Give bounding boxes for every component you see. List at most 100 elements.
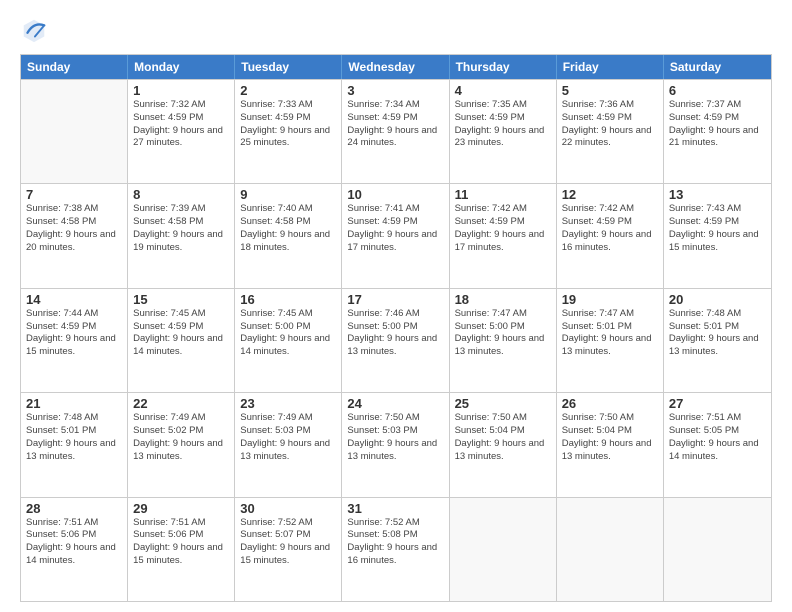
day-info: Sunrise: 7:51 AMSunset: 5:06 PMDaylight:… — [26, 517, 122, 568]
cal-cell: 5Sunrise: 7:36 AMSunset: 4:59 PMDaylight… — [557, 80, 664, 183]
day-number: 16 — [240, 292, 336, 307]
day-info: Sunrise: 7:47 AMSunset: 5:01 PMDaylight:… — [562, 308, 658, 359]
cal-cell — [664, 498, 771, 601]
day-number: 11 — [455, 187, 551, 202]
cal-cell: 22Sunrise: 7:49 AMSunset: 5:02 PMDayligh… — [128, 393, 235, 496]
weekday-header-wednesday: Wednesday — [342, 55, 449, 79]
day-number: 5 — [562, 83, 658, 98]
day-number: 4 — [455, 83, 551, 98]
cal-cell: 2Sunrise: 7:33 AMSunset: 4:59 PMDaylight… — [235, 80, 342, 183]
cal-cell: 7Sunrise: 7:38 AMSunset: 4:58 PMDaylight… — [21, 184, 128, 287]
day-info: Sunrise: 7:34 AMSunset: 4:59 PMDaylight:… — [347, 99, 443, 150]
day-info: Sunrise: 7:41 AMSunset: 4:59 PMDaylight:… — [347, 203, 443, 254]
week-row-3: 21Sunrise: 7:48 AMSunset: 5:01 PMDayligh… — [21, 392, 771, 496]
day-number: 22 — [133, 396, 229, 411]
cal-cell: 31Sunrise: 7:52 AMSunset: 5:08 PMDayligh… — [342, 498, 449, 601]
day-number: 26 — [562, 396, 658, 411]
week-row-1: 7Sunrise: 7:38 AMSunset: 4:58 PMDaylight… — [21, 183, 771, 287]
calendar-body: 1Sunrise: 7:32 AMSunset: 4:59 PMDaylight… — [21, 79, 771, 601]
cal-cell: 14Sunrise: 7:44 AMSunset: 4:59 PMDayligh… — [21, 289, 128, 392]
cal-cell — [21, 80, 128, 183]
day-info: Sunrise: 7:45 AMSunset: 5:00 PMDaylight:… — [240, 308, 336, 359]
day-info: Sunrise: 7:32 AMSunset: 4:59 PMDaylight:… — [133, 99, 229, 150]
page: SundayMondayTuesdayWednesdayThursdayFrid… — [0, 0, 792, 612]
header — [20, 16, 772, 44]
day-info: Sunrise: 7:45 AMSunset: 4:59 PMDaylight:… — [133, 308, 229, 359]
day-number: 3 — [347, 83, 443, 98]
weekday-header-tuesday: Tuesday — [235, 55, 342, 79]
day-number: 1 — [133, 83, 229, 98]
day-number: 6 — [669, 83, 766, 98]
cal-cell: 3Sunrise: 7:34 AMSunset: 4:59 PMDaylight… — [342, 80, 449, 183]
cal-cell: 8Sunrise: 7:39 AMSunset: 4:58 PMDaylight… — [128, 184, 235, 287]
day-number: 24 — [347, 396, 443, 411]
day-info: Sunrise: 7:48 AMSunset: 5:01 PMDaylight:… — [669, 308, 766, 359]
cal-cell: 30Sunrise: 7:52 AMSunset: 5:07 PMDayligh… — [235, 498, 342, 601]
cal-cell — [450, 498, 557, 601]
day-info: Sunrise: 7:43 AMSunset: 4:59 PMDaylight:… — [669, 203, 766, 254]
cal-cell: 28Sunrise: 7:51 AMSunset: 5:06 PMDayligh… — [21, 498, 128, 601]
day-info: Sunrise: 7:47 AMSunset: 5:00 PMDaylight:… — [455, 308, 551, 359]
day-number: 9 — [240, 187, 336, 202]
day-number: 28 — [26, 501, 122, 516]
cal-cell: 10Sunrise: 7:41 AMSunset: 4:59 PMDayligh… — [342, 184, 449, 287]
logo — [20, 16, 52, 44]
week-row-0: 1Sunrise: 7:32 AMSunset: 4:59 PMDaylight… — [21, 79, 771, 183]
day-info: Sunrise: 7:38 AMSunset: 4:58 PMDaylight:… — [26, 203, 122, 254]
day-info: Sunrise: 7:52 AMSunset: 5:07 PMDaylight:… — [240, 517, 336, 568]
day-number: 30 — [240, 501, 336, 516]
day-info: Sunrise: 7:50 AMSunset: 5:04 PMDaylight:… — [455, 412, 551, 463]
week-row-2: 14Sunrise: 7:44 AMSunset: 4:59 PMDayligh… — [21, 288, 771, 392]
day-number: 31 — [347, 501, 443, 516]
calendar-header: SundayMondayTuesdayWednesdayThursdayFrid… — [21, 55, 771, 79]
cal-cell: 26Sunrise: 7:50 AMSunset: 5:04 PMDayligh… — [557, 393, 664, 496]
day-info: Sunrise: 7:51 AMSunset: 5:05 PMDaylight:… — [669, 412, 766, 463]
cal-cell: 11Sunrise: 7:42 AMSunset: 4:59 PMDayligh… — [450, 184, 557, 287]
cal-cell: 6Sunrise: 7:37 AMSunset: 4:59 PMDaylight… — [664, 80, 771, 183]
day-info: Sunrise: 7:37 AMSunset: 4:59 PMDaylight:… — [669, 99, 766, 150]
day-number: 17 — [347, 292, 443, 307]
cal-cell: 4Sunrise: 7:35 AMSunset: 4:59 PMDaylight… — [450, 80, 557, 183]
day-info: Sunrise: 7:48 AMSunset: 5:01 PMDaylight:… — [26, 412, 122, 463]
day-info: Sunrise: 7:52 AMSunset: 5:08 PMDaylight:… — [347, 517, 443, 568]
weekday-header-sunday: Sunday — [21, 55, 128, 79]
cal-cell: 25Sunrise: 7:50 AMSunset: 5:04 PMDayligh… — [450, 393, 557, 496]
cal-cell: 18Sunrise: 7:47 AMSunset: 5:00 PMDayligh… — [450, 289, 557, 392]
day-number: 8 — [133, 187, 229, 202]
day-info: Sunrise: 7:49 AMSunset: 5:03 PMDaylight:… — [240, 412, 336, 463]
cal-cell — [557, 498, 664, 601]
cal-cell: 13Sunrise: 7:43 AMSunset: 4:59 PMDayligh… — [664, 184, 771, 287]
day-number: 23 — [240, 396, 336, 411]
day-number: 12 — [562, 187, 658, 202]
cal-cell: 12Sunrise: 7:42 AMSunset: 4:59 PMDayligh… — [557, 184, 664, 287]
weekday-header-thursday: Thursday — [450, 55, 557, 79]
cal-cell: 19Sunrise: 7:47 AMSunset: 5:01 PMDayligh… — [557, 289, 664, 392]
day-number: 25 — [455, 396, 551, 411]
weekday-header-monday: Monday — [128, 55, 235, 79]
day-number: 20 — [669, 292, 766, 307]
day-info: Sunrise: 7:49 AMSunset: 5:02 PMDaylight:… — [133, 412, 229, 463]
day-number: 14 — [26, 292, 122, 307]
day-info: Sunrise: 7:35 AMSunset: 4:59 PMDaylight:… — [455, 99, 551, 150]
day-info: Sunrise: 7:33 AMSunset: 4:59 PMDaylight:… — [240, 99, 336, 150]
day-info: Sunrise: 7:39 AMSunset: 4:58 PMDaylight:… — [133, 203, 229, 254]
day-info: Sunrise: 7:40 AMSunset: 4:58 PMDaylight:… — [240, 203, 336, 254]
logo-icon — [20, 16, 48, 44]
day-info: Sunrise: 7:50 AMSunset: 5:03 PMDaylight:… — [347, 412, 443, 463]
cal-cell: 9Sunrise: 7:40 AMSunset: 4:58 PMDaylight… — [235, 184, 342, 287]
day-number: 18 — [455, 292, 551, 307]
day-number: 29 — [133, 501, 229, 516]
cal-cell: 16Sunrise: 7:45 AMSunset: 5:00 PMDayligh… — [235, 289, 342, 392]
day-info: Sunrise: 7:50 AMSunset: 5:04 PMDaylight:… — [562, 412, 658, 463]
cal-cell: 15Sunrise: 7:45 AMSunset: 4:59 PMDayligh… — [128, 289, 235, 392]
weekday-header-saturday: Saturday — [664, 55, 771, 79]
calendar: SundayMondayTuesdayWednesdayThursdayFrid… — [20, 54, 772, 602]
day-number: 10 — [347, 187, 443, 202]
cal-cell: 1Sunrise: 7:32 AMSunset: 4:59 PMDaylight… — [128, 80, 235, 183]
cal-cell: 23Sunrise: 7:49 AMSunset: 5:03 PMDayligh… — [235, 393, 342, 496]
cal-cell: 24Sunrise: 7:50 AMSunset: 5:03 PMDayligh… — [342, 393, 449, 496]
day-info: Sunrise: 7:44 AMSunset: 4:59 PMDaylight:… — [26, 308, 122, 359]
day-info: Sunrise: 7:36 AMSunset: 4:59 PMDaylight:… — [562, 99, 658, 150]
cal-cell: 17Sunrise: 7:46 AMSunset: 5:00 PMDayligh… — [342, 289, 449, 392]
cal-cell: 27Sunrise: 7:51 AMSunset: 5:05 PMDayligh… — [664, 393, 771, 496]
